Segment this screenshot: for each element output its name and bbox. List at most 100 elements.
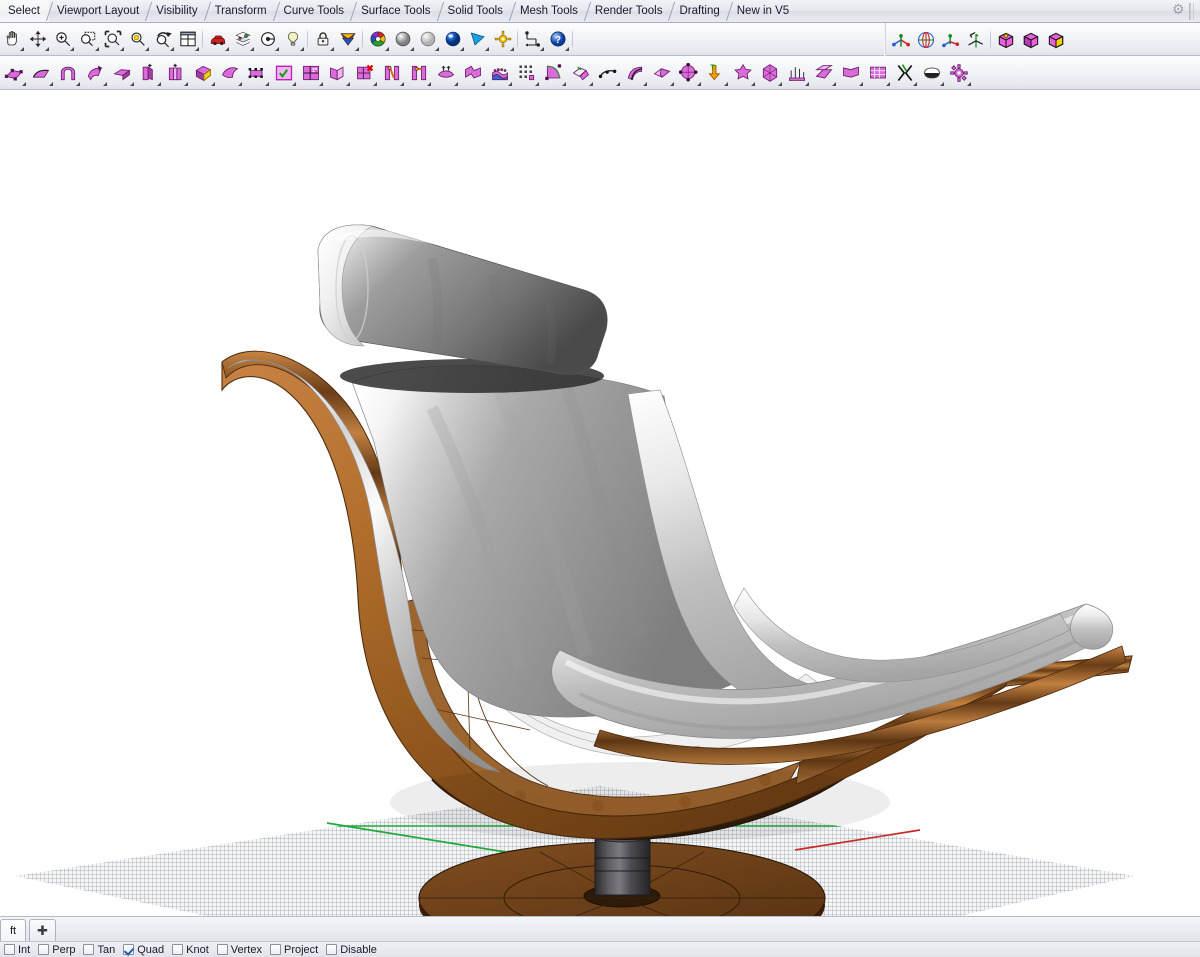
zoom-extents-icon[interactable] [100,26,125,52]
osnap-int[interactable]: Int [2,944,34,956]
lock-icon[interactable] [310,26,335,52]
surface-utilities-icon[interactable] [945,59,972,87]
cplane-world-icon[interactable] [913,27,938,53]
osnap-perp-checkbox[interactable] [38,944,50,955]
arctic-display-icon[interactable] [465,26,490,52]
rotate-view-icon[interactable] [25,26,50,52]
named-view-icon[interactable] [205,26,230,52]
sweep-2-rail-icon[interactable] [162,59,189,87]
cap-surface-icon[interactable] [918,59,945,87]
flow-surface-icon[interactable] [459,59,486,87]
network-surface-icon[interactable] [216,59,243,87]
camera-icon[interactable] [255,26,280,52]
osnap-knot[interactable]: Knot [170,944,213,956]
viewport-tab-perspective[interactable]: ft [0,919,26,941]
help-icon[interactable]: ? [545,26,570,52]
box-front-icon[interactable] [1018,27,1043,53]
tab-curve-tools[interactable]: Curve Tools [276,0,354,22]
zoom-selected-icon[interactable] [125,26,150,52]
surface-edge-curves-icon[interactable] [27,59,54,87]
fillet-surface-icon[interactable] [837,59,864,87]
wave-surface-icon[interactable] [783,59,810,87]
box-right-icon[interactable] [1043,27,1068,53]
cplane-axes-icon[interactable] [888,27,913,53]
blend-surface-icon[interactable] [378,59,405,87]
osnap-quad[interactable]: Quad [121,944,168,956]
unroll-surface-icon[interactable] [432,59,459,87]
surface-array-icon[interactable] [513,59,540,87]
render-settings-icon[interactable] [490,26,515,52]
osnap-vertex[interactable]: Vertex [215,944,266,956]
drape-icon[interactable] [486,59,513,87]
osnap-vertex-checkbox[interactable] [216,944,228,955]
curve-on-surface-icon[interactable] [594,59,621,87]
osnap-quad-checkbox[interactable] [123,944,135,955]
surface-offset-icon[interactable] [675,59,702,87]
drag-grip-icon[interactable] [1189,2,1196,20]
surface-quad-mesh-icon[interactable] [864,59,891,87]
shrink-surface-icon[interactable] [729,59,756,87]
tab-render-tools[interactable]: Render Tools [587,0,672,22]
loft-icon[interactable] [54,59,81,87]
zoom-window-icon[interactable] [75,26,100,52]
cplane-origin-icon[interactable] [938,27,963,53]
shaded-display-icon[interactable] [335,26,360,52]
sweep-1-rail-icon[interactable] [135,59,162,87]
color-wheel-icon[interactable] [365,26,390,52]
osnap-disable[interactable]: Disable [324,944,381,956]
tab-viewport-layout[interactable]: Viewport Layout [49,0,148,22]
tab-mesh-tools[interactable]: Mesh Tools [512,0,587,22]
osnap-project-checkbox[interactable] [269,944,281,955]
fin-icon[interactable] [324,59,351,87]
chamfer-surface-icon[interactable] [810,59,837,87]
zoom-in-icon[interactable] [50,26,75,52]
undo-view-icon[interactable] [150,26,175,52]
tab-visibility[interactable]: Visibility [148,0,206,22]
xray-sphere-icon[interactable] [415,26,440,52]
match-surface-icon[interactable] [405,59,432,87]
tab-transform[interactable]: Transform [207,0,276,22]
tab-select[interactable]: Select [0,0,49,22]
split-surface-icon[interactable] [567,59,594,87]
svg-text:?: ? [555,35,561,46]
viewport-tab-list: ft ✚ [0,916,56,941]
dimension-icon[interactable] [520,26,545,52]
merge-surface-icon[interactable]: T [702,59,729,87]
patch-icon[interactable] [189,59,216,87]
surface-from-mesh-icon[interactable] [756,59,783,87]
osnap-disable-checkbox[interactable] [326,944,338,955]
surface-points-on-icon[interactable] [243,59,270,87]
perspective-viewport[interactable] [0,90,1200,916]
lightbulb-icon[interactable] [280,26,305,52]
ghosted-sphere-icon[interactable] [390,26,415,52]
tab-surface-tools[interactable]: Surface Tools [353,0,439,22]
gear-icon[interactable] [1172,2,1185,18]
surface-toolbar-buttons: T [0,56,972,89]
four-viewport-icon[interactable] [175,26,200,52]
untrim-icon[interactable] [648,59,675,87]
osnap-tan-checkbox[interactable] [83,944,95,955]
osnap-project[interactable]: Project [268,944,322,956]
tab-new-in-v5[interactable]: New in V5 [729,0,798,22]
osnap-knot-checkbox[interactable] [172,944,184,955]
box-top-icon[interactable] [993,27,1018,53]
osnap-perp[interactable]: Perp [36,944,79,956]
rebuild-surface-icon[interactable] [270,59,297,87]
surface-corner-points-icon[interactable] [0,59,27,87]
trim-surface-icon[interactable] [540,59,567,87]
remove-knot-icon[interactable] [351,59,378,87]
tab-solid-tools[interactable]: Solid Tools [440,0,512,22]
pan-icon[interactable] [0,26,25,52]
cplane-rotate-icon[interactable] [963,27,988,53]
add-viewport-tab-button[interactable]: ✚ [29,919,56,941]
tab-drafting[interactable]: Drafting [671,0,728,22]
osnap-tan[interactable]: Tan [81,944,119,956]
extrude-curve-icon[interactable] [108,59,135,87]
intersect-surface-icon[interactable] [891,59,918,87]
revolve-icon[interactable] [81,59,108,87]
extract-isocurve-icon[interactable] [621,59,648,87]
surface-grid-icon[interactable] [297,59,324,87]
rendered-sphere-icon[interactable] [440,26,465,52]
osnap-int-checkbox[interactable] [4,944,15,955]
layer-icon[interactable] [230,26,255,52]
